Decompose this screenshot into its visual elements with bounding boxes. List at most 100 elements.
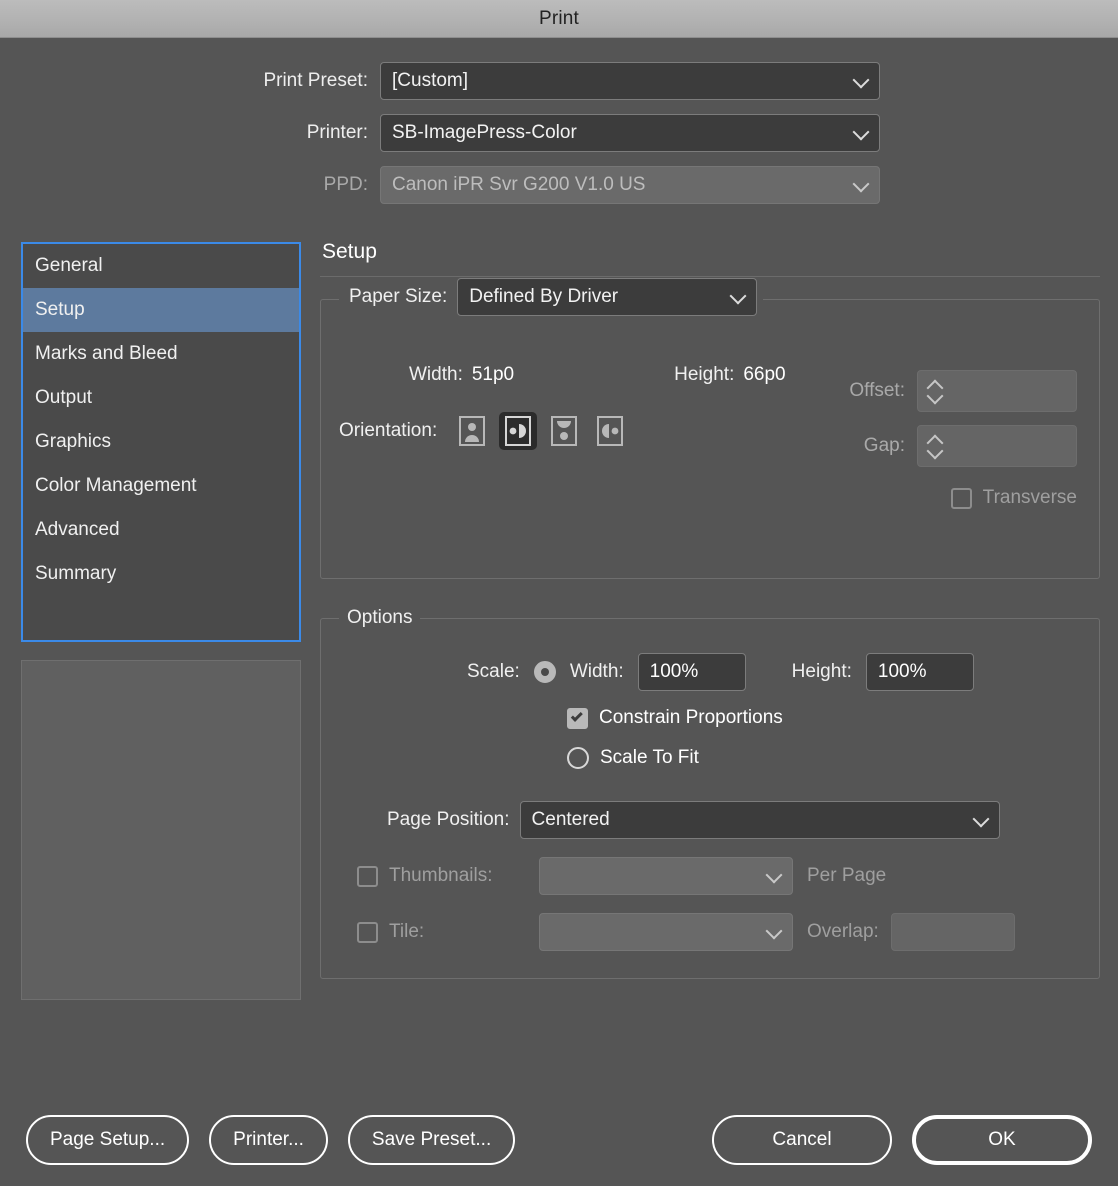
constrain-proportions-label: Constrain Proportions	[599, 707, 783, 729]
transverse-checkbox	[951, 488, 972, 509]
scale-height-value: 100%	[878, 661, 927, 683]
ppd-label: PPD:	[0, 174, 380, 196]
sidebar-item-label: Setup	[35, 299, 85, 321]
sidebar-item-general[interactable]: General	[23, 244, 299, 288]
save-preset-button[interactable]: Save Preset...	[348, 1115, 515, 1165]
sidebar-item-label: Graphics	[35, 431, 111, 453]
printer-dropdown[interactable]: SB-ImagePress-Color	[380, 114, 880, 152]
chevron-down-icon	[972, 811, 989, 828]
sidebar-item-color-management[interactable]: Color Management	[23, 464, 299, 508]
paper-width-value: 51p0	[472, 364, 514, 386]
chevron-down-icon	[766, 867, 783, 884]
sidebar-item-advanced[interactable]: Advanced	[23, 508, 299, 552]
scale-to-fit-row[interactable]: Scale To Fit	[567, 747, 1081, 769]
scale-height-input[interactable]: 100%	[866, 653, 974, 691]
scale-to-fit-label: Scale To Fit	[600, 747, 699, 769]
gap-label: Gap:	[864, 435, 905, 457]
options-group-legend: Options	[339, 607, 420, 629]
page-preview-pane	[21, 660, 301, 1000]
sidebar-item-summary[interactable]: Summary	[23, 552, 299, 596]
print-preset-row: Print Preset: [Custom]	[0, 62, 1118, 100]
overlap-input	[891, 913, 1015, 951]
offset-label: Offset:	[849, 380, 905, 402]
window-titlebar: Print	[0, 0, 1118, 38]
paper-size-value: Defined By Driver	[469, 286, 618, 308]
printer-button[interactable]: Printer...	[209, 1115, 328, 1165]
settings-category-list[interactable]: General Setup Marks and Bleed Output Gra…	[21, 242, 301, 642]
print-preset-value: [Custom]	[392, 70, 468, 92]
scale-width-input[interactable]: 100%	[638, 653, 746, 691]
ppd-value: Canon iPR Svr G200 V1.0 US	[392, 174, 645, 196]
sidebar-item-marks-and-bleed[interactable]: Marks and Bleed	[23, 332, 299, 376]
page-position-label: Page Position:	[387, 809, 510, 831]
paper-group: Paper Size: Defined By Driver Width: 51p…	[320, 299, 1100, 579]
sidebar-item-label: General	[35, 255, 103, 277]
offset-stepper	[917, 370, 1077, 412]
chevron-down-icon	[766, 923, 783, 940]
tile-row: Tile: Overlap:	[357, 913, 1081, 951]
window-title: Print	[539, 8, 579, 30]
constrain-proportions-row[interactable]: Constrain Proportions	[567, 707, 1081, 729]
chevron-down-icon	[853, 176, 870, 193]
transverse-label: Transverse	[983, 487, 1077, 509]
scale-width-label: Width:	[570, 661, 624, 683]
cancel-button[interactable]: Cancel	[712, 1115, 892, 1165]
top-selectors: Print Preset: [Custom] Printer: SB-Image…	[0, 38, 1118, 204]
sidebar-item-label: Marks and Bleed	[35, 343, 178, 365]
dialog-footer: Page Setup... Printer... Save Preset... …	[0, 1094, 1118, 1186]
ppd-row: PPD: Canon iPR Svr G200 V1.0 US	[0, 166, 1118, 204]
reverse-landscape-orientation-icon[interactable]	[591, 412, 629, 450]
scale-label: Scale:	[467, 661, 520, 683]
paper-height-label: Height:	[674, 364, 734, 386]
print-preset-label: Print Preset:	[0, 70, 380, 92]
sidebar-item-graphics[interactable]: Graphics	[23, 420, 299, 464]
paper-size-dropdown[interactable]: Defined By Driver	[457, 278, 757, 316]
orientation-label: Orientation:	[339, 420, 437, 442]
portrait-orientation-icon[interactable]	[453, 412, 491, 450]
sidebar-item-output[interactable]: Output	[23, 376, 299, 420]
thumbnails-checkbox	[357, 866, 378, 887]
paper-size-row: Paper Size: Defined By Driver	[343, 278, 763, 316]
printer-label: Printer:	[0, 122, 380, 144]
chevron-down-icon	[853, 72, 870, 89]
gap-row: Gap:	[747, 425, 1077, 467]
print-preset-dropdown[interactable]: [Custom]	[380, 62, 880, 100]
options-group: Options Scale: Width: 100% Height: 100% …	[320, 607, 1100, 979]
printer-row: Printer: SB-ImagePress-Color	[0, 114, 1118, 152]
printer-value: SB-ImagePress-Color	[392, 122, 577, 144]
sidebar-item-label: Color Management	[35, 475, 197, 497]
scale-height-label: Height:	[792, 661, 852, 683]
paper-right-column: Offset: Gap: Transverse	[747, 370, 1077, 509]
thumbnails-row: Thumbnails: Per Page	[357, 857, 1081, 895]
chevron-down-icon	[730, 288, 747, 305]
scale-width-value: 100%	[650, 661, 699, 683]
panel-divider	[320, 276, 1100, 277]
tile-dropdown	[539, 913, 793, 951]
sidebar-item-label: Summary	[35, 563, 116, 585]
scale-row: Scale: Width: 100% Height: 100%	[339, 653, 1081, 691]
paper-size-label: Paper Size:	[349, 286, 447, 308]
constrain-proportions-checkbox[interactable]	[567, 708, 588, 729]
overlap-label: Overlap:	[807, 921, 879, 943]
page-position-row: Page Position: Centered	[339, 801, 1081, 839]
landscape-orientation-icon[interactable]	[499, 412, 537, 450]
reverse-portrait-orientation-icon[interactable]	[545, 412, 583, 450]
offset-row: Offset:	[747, 370, 1077, 412]
ppd-dropdown: Canon iPR Svr G200 V1.0 US	[380, 166, 880, 204]
paper-width-label: Width:	[409, 364, 463, 386]
orientation-button-group[interactable]	[453, 412, 629, 450]
chevron-down-icon	[853, 124, 870, 141]
page-position-value: Centered	[532, 809, 610, 831]
tile-label: Tile:	[389, 921, 539, 943]
page-setup-button[interactable]: Page Setup...	[26, 1115, 189, 1165]
gap-stepper	[917, 425, 1077, 467]
thumbnails-dropdown	[539, 857, 793, 895]
page-position-dropdown[interactable]: Centered	[520, 801, 1000, 839]
ok-button[interactable]: OK	[912, 1115, 1092, 1165]
thumbnails-label: Thumbnails:	[389, 865, 539, 887]
page-title: Setup	[320, 228, 1100, 276]
setup-panel: Setup Paper Size: Defined By Driver Widt…	[320, 228, 1100, 1007]
sidebar-item-setup[interactable]: Setup	[23, 288, 299, 332]
scale-to-fit-radio[interactable]	[567, 747, 589, 769]
scale-radio[interactable]	[534, 661, 556, 683]
